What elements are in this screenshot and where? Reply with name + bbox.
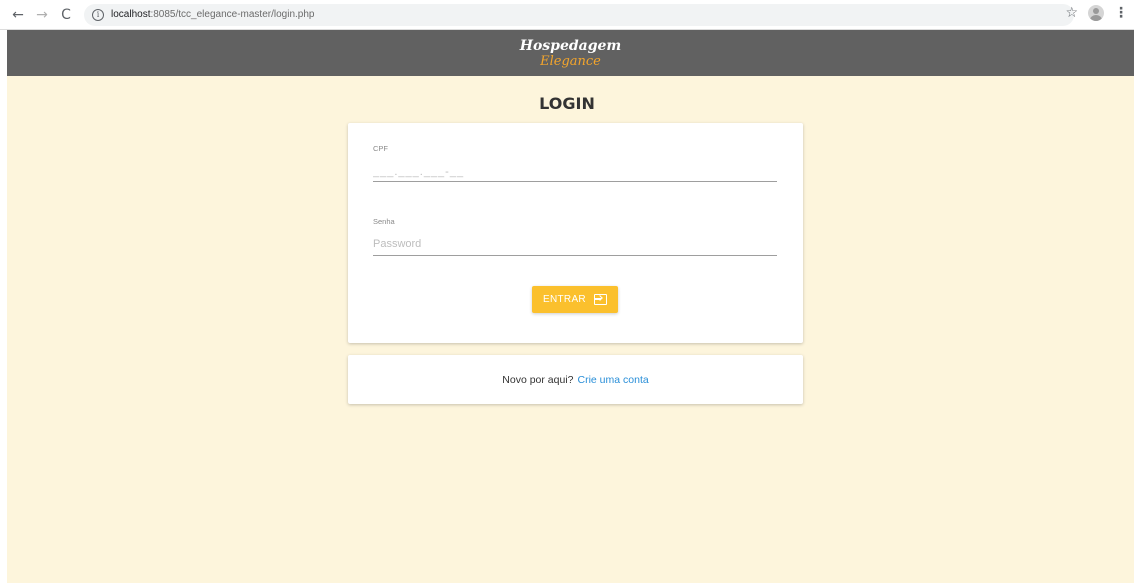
reload-icon[interactable]: C [56,5,76,25]
login-card: CPF Senha ENTRAR [348,123,803,343]
url-host: localhost [111,9,151,20]
login-submit-label: ENTRAR [543,294,586,305]
login-submit-button[interactable]: ENTRAR [532,286,618,313]
signup-card: Novo por aqui? Crie uma conta [348,355,803,404]
browser-menu-icon[interactable]: ⋮ [1114,5,1128,21]
forward-arrow-icon[interactable]: → [32,5,52,25]
password-label: Senha [373,217,395,226]
page-title: LOGIN [539,94,595,113]
info-icon[interactable]: i [92,8,104,21]
url-path: :8085/tcc_elegance-master/login.php [150,9,315,20]
address-bar[interactable]: i localhost:8085/tcc_elegance-master/log… [84,3,1074,26]
profile-avatar-icon[interactable] [1088,5,1104,21]
browser-actions: ☆ ⋮ [1065,5,1128,21]
cpf-label: CPF [373,144,388,153]
url-text[interactable]: localhost:8085/tcc_elegance-master/login… [111,9,314,20]
brand-name-line2[interactable]: Elegance [540,54,601,69]
app-header: Hospedagem Elegance [7,30,1134,76]
back-arrow-icon[interactable]: ← [8,5,28,25]
cpf-input[interactable] [373,163,777,182]
login-icon [593,294,607,305]
brand-name-line1[interactable]: Hospedagem [520,38,622,54]
browser-toolbar: ← → C i localhost:8085/tcc_elegance-mast… [0,0,1134,30]
signup-prompt: Novo por aqui? [502,373,574,386]
create-account-link[interactable]: Crie uma conta [578,374,649,386]
bookmark-star-icon[interactable]: ☆ [1065,5,1078,21]
password-input[interactable] [373,233,777,256]
